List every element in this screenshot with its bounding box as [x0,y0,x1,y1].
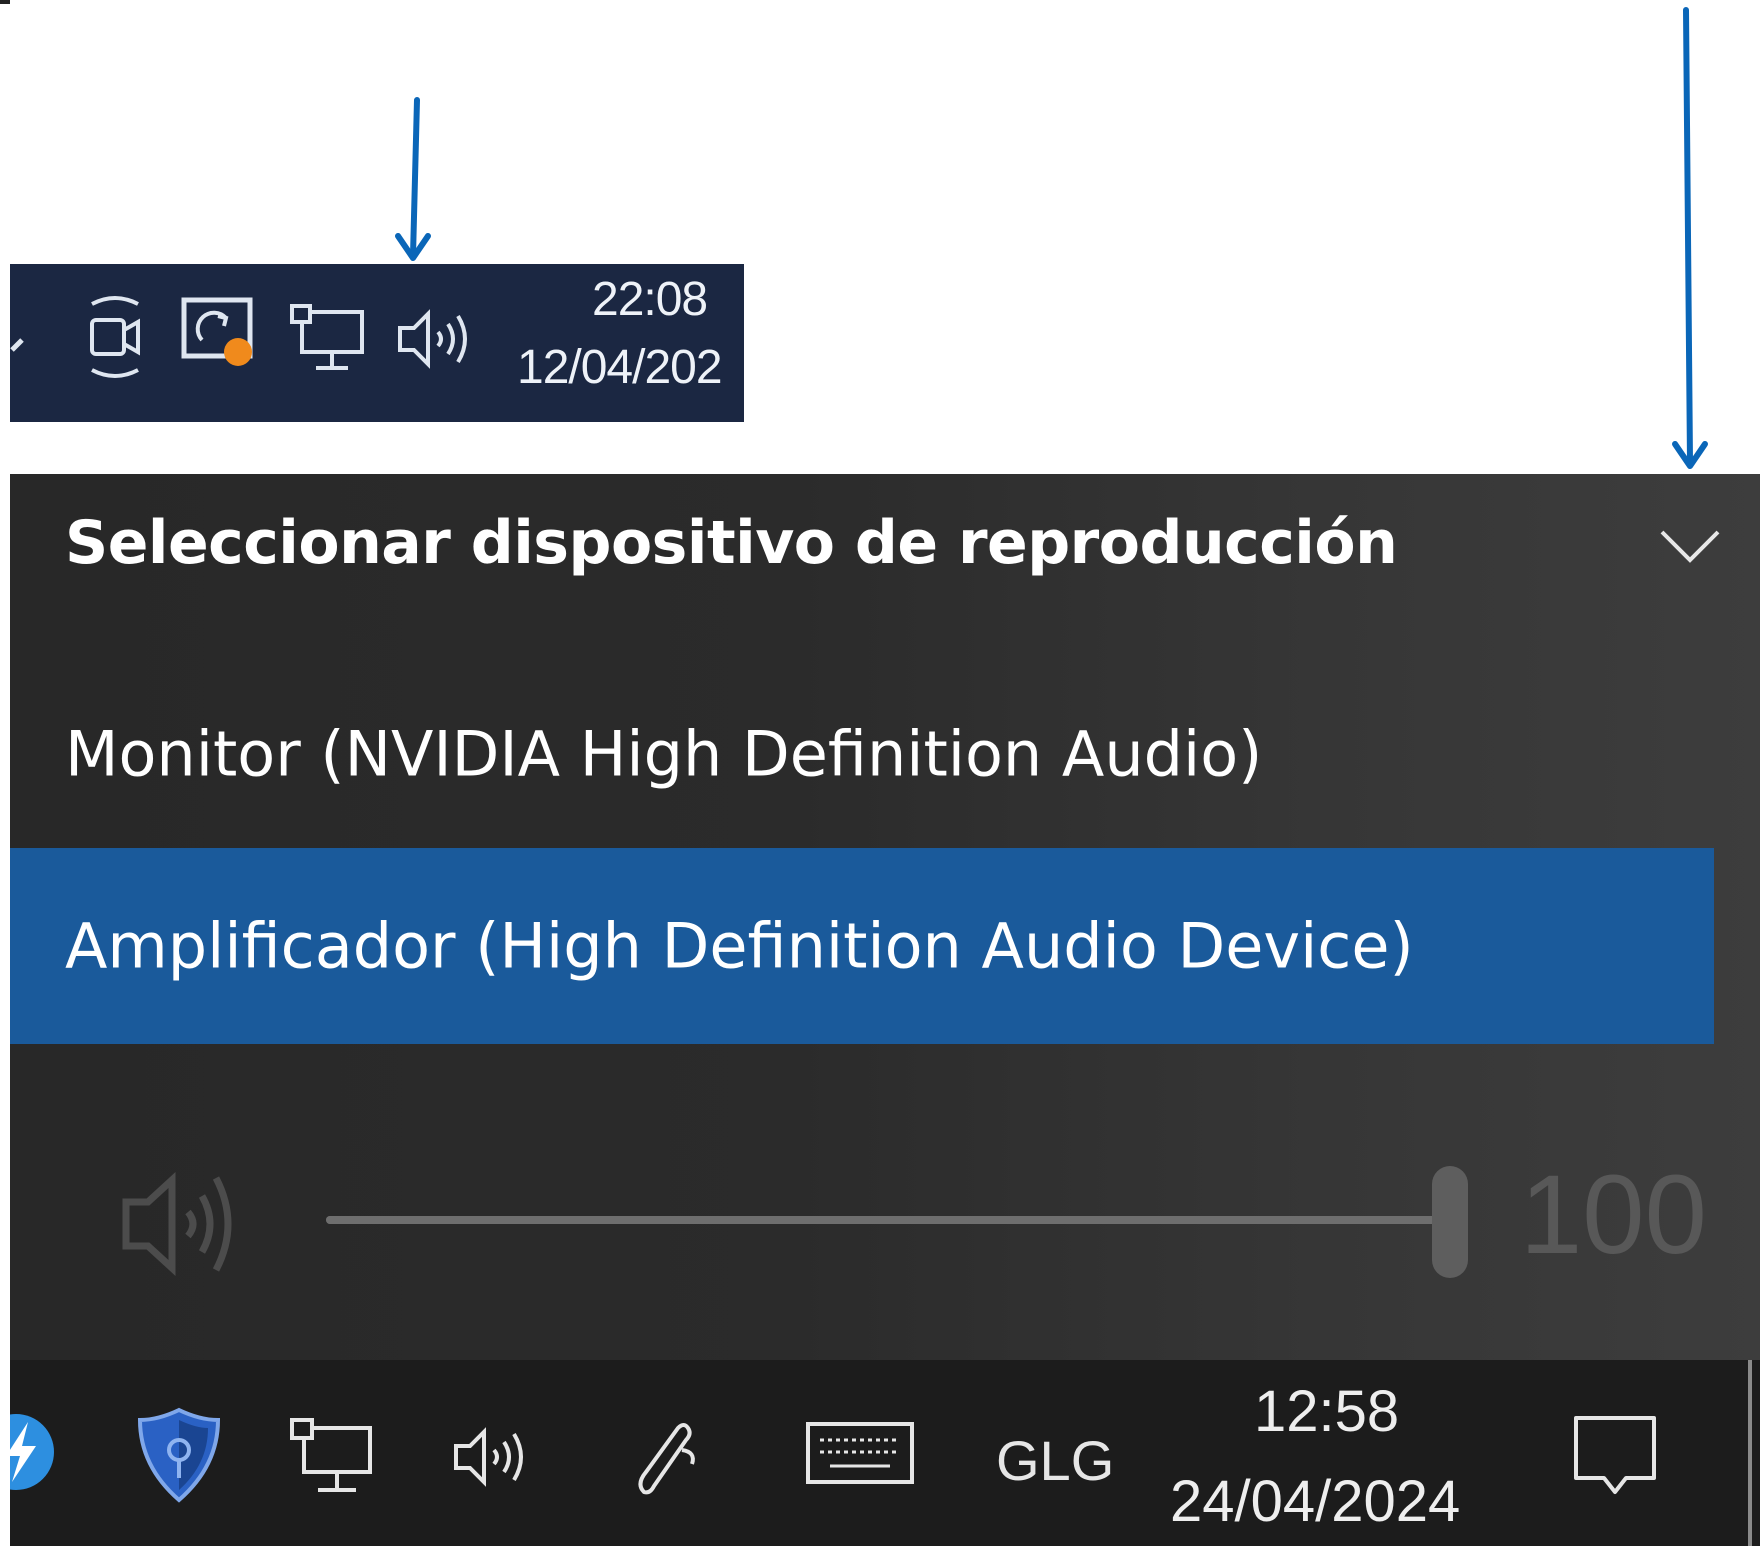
show-hidden-icons-chevron-icon[interactable] [10,320,34,360]
app-partial-icon[interactable] [10,1412,60,1492]
sync-app-with-notification-icon[interactable] [178,294,264,384]
annotation-arrow-1 [395,97,431,261]
volume-icon[interactable] [450,1422,540,1492]
screenshot-canvas: 22:08 12/04/202 Seleccionar dispositivo … [0,0,1760,1546]
top-taskbar: 22:08 12/04/202 [10,264,744,422]
clock-time[interactable]: 12:58 [1254,1378,1399,1445]
annotation-arrow-2 [1672,7,1708,469]
touch-keyboard-icon[interactable] [804,1420,916,1486]
chevron-up-collapse-icon[interactable] [1654,524,1726,568]
bottom-taskbar: GLG 12:58 24/04/2024 [10,1360,1760,1546]
network-icon[interactable] [288,1418,378,1498]
device-item-amplificador-selected[interactable]: Amplificador (High Definition Audio Devi… [10,848,1714,1044]
device-label: Amplificador (High Definition Audio Devi… [65,909,1414,983]
playback-device-flyout: Seleccionar dispositivo de reproducción … [10,474,1760,1362]
speaker-volume-icon[interactable] [118,1164,248,1284]
cropped-text-top [0,0,10,4]
show-desktop-divider[interactable] [1748,1360,1752,1546]
network-icon[interactable] [288,304,368,374]
security-shield-icon[interactable] [134,1406,224,1506]
volume-value: 100 [1520,1152,1707,1277]
volume-slider-fill [326,1216,1450,1224]
volume-slider-thumb[interactable] [1432,1166,1468,1278]
device-item-monitor[interactable]: Monitor (NVIDIA High Definition Audio) [10,656,1714,852]
pen-icon[interactable] [630,1414,710,1500]
clock-time[interactable]: 22:08 [592,272,708,327]
action-center-icon[interactable] [1570,1412,1660,1502]
device-label: Monitor (NVIDIA High Definition Audio) [65,717,1263,791]
volume-icon[interactable] [394,304,484,374]
clock-date[interactable]: 12/04/202 [517,340,723,395]
clock-date[interactable]: 24/04/2024 [1170,1468,1460,1535]
flyout-header[interactable]: Seleccionar dispositivo de reproducción [65,508,1398,578]
meet-now-camera-icon[interactable] [82,294,148,380]
input-language-indicator[interactable]: GLG [996,1428,1114,1493]
